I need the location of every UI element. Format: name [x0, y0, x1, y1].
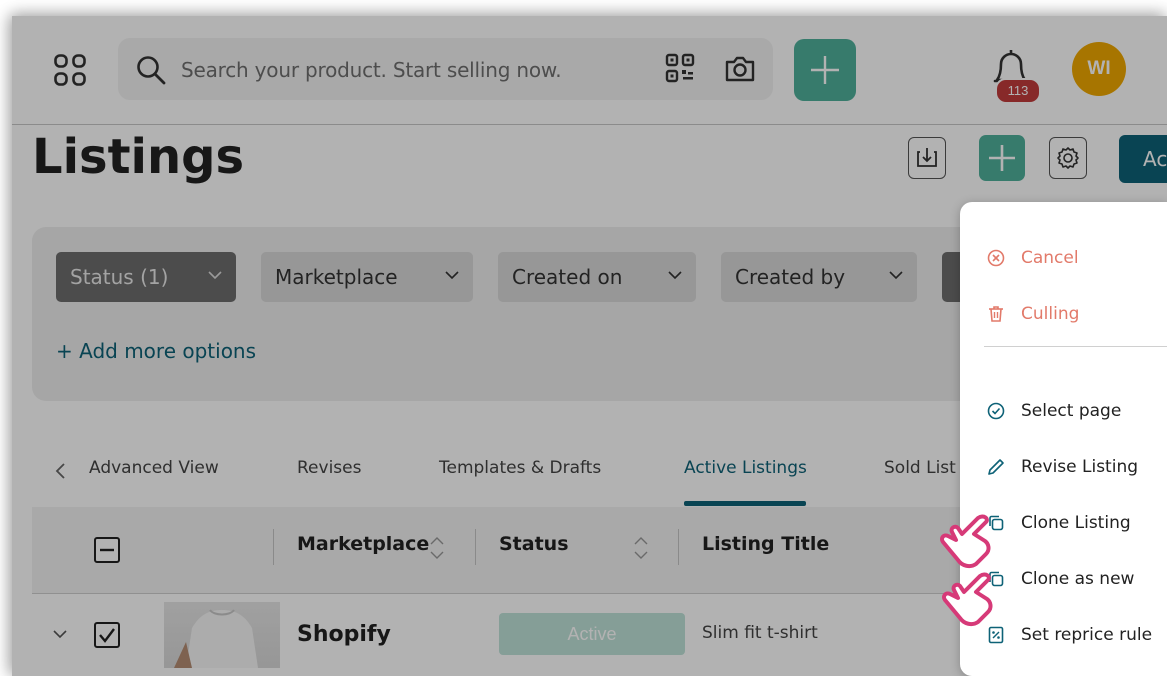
- menu-item-label: Clone as new: [1021, 569, 1135, 589]
- cancel-circle-icon: [987, 249, 1005, 267]
- menu-item-label: Clone Listing: [1021, 513, 1131, 533]
- menu-item-cancel[interactable]: Cancel: [960, 238, 1167, 278]
- pencil-icon: [988, 459, 1004, 475]
- menu-divider: [984, 346, 1167, 347]
- menu-item-culling[interactable]: Culling: [960, 294, 1167, 334]
- menu-item-label: Revise Listing: [1021, 457, 1139, 477]
- menu-item-label: Select page: [1021, 401, 1122, 421]
- check-circle-icon: [987, 402, 1005, 420]
- menu-item-label: Set reprice rule: [1021, 625, 1153, 645]
- screen: Search your product. Start selling now. …: [0, 0, 1167, 676]
- app-window: Search your product. Start selling now. …: [12, 16, 1167, 676]
- hand-cursor-icon: [941, 572, 993, 627]
- trash-icon: [989, 306, 1003, 322]
- menu-item-revise-listing[interactable]: Revise Listing: [960, 447, 1167, 487]
- menu-item-label: Cancel: [1021, 248, 1079, 268]
- menu-item-select-page[interactable]: Select page: [960, 391, 1167, 431]
- menu-item-label: Culling: [1021, 304, 1080, 324]
